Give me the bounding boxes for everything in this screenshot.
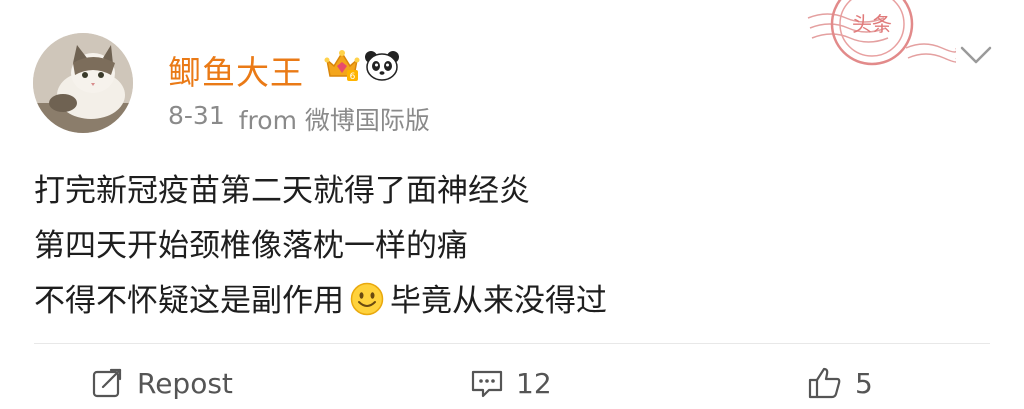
- post-content: 打完新冠疫苗第二天就得了面神经炎 第四天开始颈椎像落枕一样的痛 不得不怀疑这是副…: [34, 164, 607, 329]
- smile-emoji-icon: [350, 282, 384, 316]
- repost-icon: [92, 368, 122, 398]
- like-button[interactable]: 5: [807, 366, 873, 400]
- chevron-down-icon[interactable]: [956, 40, 996, 70]
- panda-icon: [365, 51, 399, 81]
- stamp-icon: 头条: [807, 0, 959, 66]
- user-badges: 6: [324, 48, 400, 82]
- content-line: 打完新冠疫苗第二天就得了面神经炎: [34, 173, 530, 209]
- comment-count: 12: [516, 366, 552, 400]
- content-text: 毕竟从来没得过: [390, 283, 607, 319]
- comment-icon: [471, 370, 503, 398]
- content-text: 不得不怀疑这是副作用: [34, 283, 344, 319]
- comment-button[interactable]: 12: [470, 366, 552, 400]
- crown-badge-icon[interactable]: 6: [324, 48, 360, 82]
- repost-label: Repost: [137, 366, 233, 400]
- headline-stamp: 头条: [806, 0, 959, 82]
- like-count: 5: [855, 366, 873, 400]
- content-line: 第四天开始颈椎像落枕一样的痛: [34, 228, 468, 264]
- thumbs-up-icon: [808, 367, 841, 399]
- post-date: 8-31: [168, 101, 225, 130]
- cat-avatar-image: [33, 33, 133, 133]
- post-meta: 8-31 from 微博国际版: [168, 101, 430, 137]
- username[interactable]: 鲫鱼大王: [168, 46, 304, 94]
- avatar[interactable]: [33, 33, 133, 133]
- repost-button[interactable]: Repost: [91, 366, 233, 400]
- stamp-text: 头条: [852, 12, 892, 36]
- post-source[interactable]: from 微博国际版: [239, 101, 430, 137]
- content-line: 不得不怀疑这是副作用 毕竟从来没得过: [34, 274, 607, 329]
- divider: [34, 343, 990, 344]
- svg-text:6: 6: [350, 72, 356, 82]
